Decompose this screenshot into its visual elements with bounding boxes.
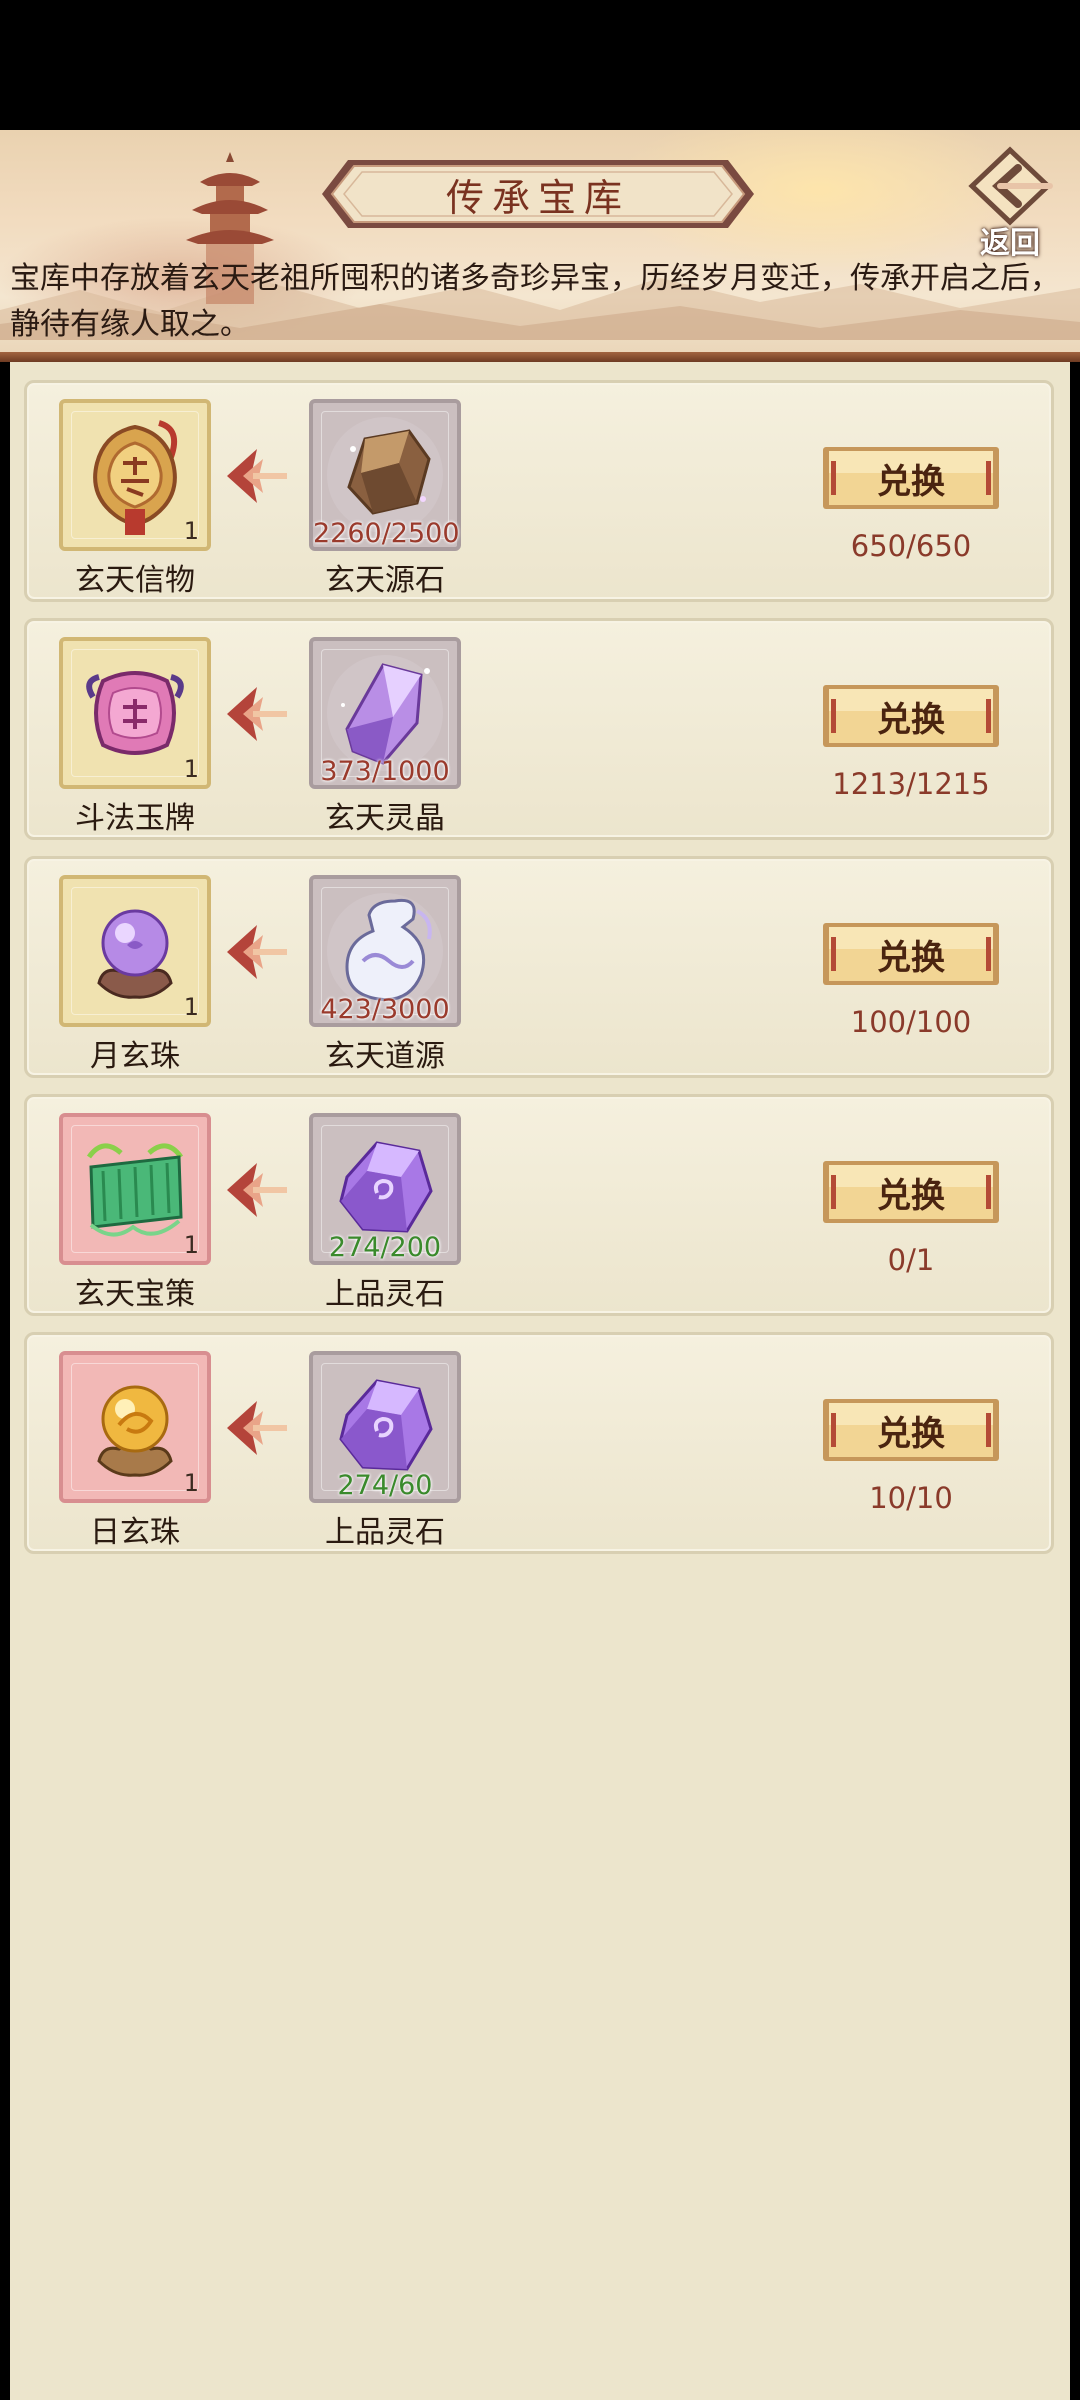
reward-name: 斗法玉牌 <box>75 801 195 836</box>
exchange-arrow-icon <box>227 449 287 503</box>
exchange-button[interactable]: 兑换 <box>821 683 1001 749</box>
intro-text: 宝库中存放着玄天老祖所囤积的诸多奇珍异宝，历经岁月变迁，传承开启之后，静待有缘人… <box>10 261 1060 342</box>
reward-quantity: 1 <box>183 1231 199 1259</box>
exchange-limit: 0/1 <box>887 1243 935 1277</box>
reward-slot[interactable]: 1 <box>59 875 211 1027</box>
exchange-row: 1 斗法玉牌 373/1000 玄天灵晶 兑换 1213/1215 <box>24 618 1054 840</box>
exchange-row: 1 日玄珠 274/60 上品灵石 兑换 10/10 <box>24 1332 1054 1554</box>
exchange-list[interactable]: 1 玄天信物 2260/2500 玄天源石 兑换 650/650 1 斗法玉牌 … <box>10 362 1070 2400</box>
cost-count: 423/3000 <box>320 994 450 1025</box>
exchange-button-label: 兑换 <box>877 461 945 502</box>
exchange-limit: 10/10 <box>869 1481 953 1515</box>
exchange-limit: 1213/1215 <box>832 767 990 801</box>
cost-slot[interactable]: 274/60 <box>309 1351 461 1503</box>
cost-count: 274/200 <box>328 1232 442 1263</box>
exchange-button-label: 兑换 <box>877 1413 945 1454</box>
exchange-button[interactable]: 兑换 <box>821 1397 1001 1463</box>
exchange-row: 1 月玄珠 423/3000 玄天道源 兑换 100/100 <box>24 856 1054 1078</box>
exchange-button[interactable]: 兑换 <box>821 921 1001 987</box>
cost-name: 上品灵石 <box>325 1515 445 1550</box>
exchange-arrow-icon <box>227 925 287 979</box>
reward-slot[interactable]: 1 <box>59 1351 211 1503</box>
reward-slot[interactable]: 1 <box>59 637 211 789</box>
cost-count: 373/1000 <box>320 756 450 787</box>
back-icon <box>968 146 1053 226</box>
cost-name: 玄天源石 <box>325 563 445 598</box>
exchange-button-label: 兑换 <box>877 937 945 978</box>
reward-quantity: 1 <box>183 993 199 1021</box>
exchange-row: 1 玄天信物 2260/2500 玄天源石 兑换 650/650 <box>24 380 1054 602</box>
cost-count: 2260/2500 <box>313 518 460 549</box>
exchange-arrow-icon <box>227 1401 287 1455</box>
status-bar <box>0 0 1080 130</box>
cost-slot[interactable]: 2260/2500 <box>309 399 461 551</box>
page-title: 传承宝库 <box>445 175 630 220</box>
exchange-limit: 100/100 <box>850 1005 972 1039</box>
exchange-button[interactable]: 兑换 <box>821 445 1001 511</box>
reward-quantity: 1 <box>183 517 199 545</box>
cost-slot[interactable]: 373/1000 <box>309 637 461 789</box>
reward-quantity: 1 <box>183 755 199 783</box>
exchange-arrow-icon <box>227 687 287 741</box>
reward-quantity: 1 <box>183 1469 199 1497</box>
cost-name: 玄天灵晶 <box>325 801 445 836</box>
exchange-limit: 650/650 <box>850 529 972 563</box>
reward-slot[interactable]: 1 <box>59 399 211 551</box>
reward-slot[interactable]: 1 <box>59 1113 211 1265</box>
header: 传承宝库 返回 宝库中存放着玄天老祖所囤积的诸多奇珍异宝，历经岁月变迁，传承开启… <box>0 130 1080 362</box>
reward-name: 玄天宝策 <box>75 1277 195 1312</box>
header-divider <box>0 352 1080 362</box>
reward-name: 玄天信物 <box>75 563 195 598</box>
cost-count: 274/60 <box>337 1470 433 1501</box>
cost-name: 玄天道源 <box>325 1039 445 1074</box>
cost-name: 上品灵石 <box>325 1277 445 1312</box>
exchange-arrow-icon <box>227 1163 287 1217</box>
back-button[interactable]: 返回 <box>960 146 1060 262</box>
exchange-button-label: 兑换 <box>877 699 945 740</box>
exchange-row: 1 玄天宝策 274/200 上品灵石 兑换 0/1 <box>24 1094 1054 1316</box>
cost-slot[interactable]: 423/3000 <box>309 875 461 1027</box>
reward-name: 月玄珠 <box>90 1039 180 1074</box>
reward-name: 日玄珠 <box>90 1515 180 1550</box>
cost-slot[interactable]: 274/200 <box>309 1113 461 1265</box>
exchange-button[interactable]: 兑换 <box>821 1159 1001 1225</box>
exchange-button-label: 兑换 <box>877 1175 945 1216</box>
